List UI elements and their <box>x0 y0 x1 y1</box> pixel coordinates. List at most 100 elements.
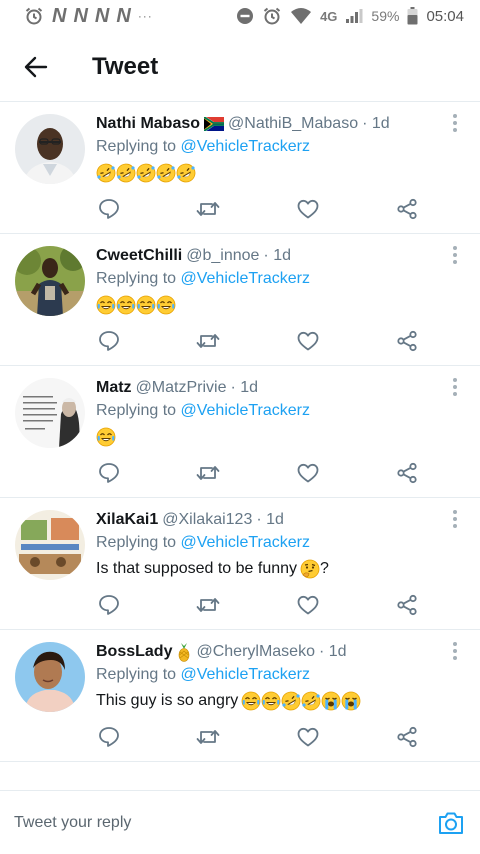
tweet-time: · 1d <box>318 643 347 660</box>
tweet-time: · 1d <box>362 115 390 132</box>
rofl-emoji-icon <box>301 691 321 711</box>
reply-icon[interactable] <box>96 328 122 354</box>
rofl-emoji-icon <box>156 163 176 183</box>
more-options-icon[interactable] <box>452 114 458 132</box>
avatar[interactable] <box>15 114 85 184</box>
mention-link[interactable]: @VehicleTrackerz <box>181 138 310 155</box>
replying-to: Replying to @VehicleTrackerz <box>96 138 466 156</box>
mention-link[interactable]: @VehicleTrackerz <box>181 534 310 551</box>
emoji-row <box>96 295 176 315</box>
avatar[interactable] <box>15 510 85 580</box>
author-handle: @NathiB_Mabaso <box>228 115 359 132</box>
notification-icon: N <box>116 4 130 27</box>
tweet-actions <box>96 328 420 354</box>
joy-emoji-icon <box>156 295 176 315</box>
reply-icon[interactable] <box>96 592 122 618</box>
reply-icon[interactable] <box>96 724 122 750</box>
emoji-row <box>241 691 361 711</box>
retweet-icon[interactable] <box>195 328 221 354</box>
replying-to: Replying to @VehicleTrackerz <box>96 270 466 288</box>
share-icon[interactable] <box>394 460 420 486</box>
reply-list: Nathi Mabaso @NathiB_Mabaso · 1d Replyin… <box>0 102 480 762</box>
network-type: 4G <box>320 8 338 24</box>
do-not-disturb-icon <box>236 7 254 25</box>
page-title: Tweet <box>92 52 159 80</box>
alarm-icon <box>24 6 44 26</box>
battery-icon <box>407 7 418 25</box>
tweet-body <box>96 294 466 316</box>
reply-tweet[interactable]: CweetChilli @b_innoe · 1d Replying to @V… <box>0 234 480 366</box>
share-icon[interactable] <box>394 328 420 354</box>
sob-emoji-icon <box>341 691 361 711</box>
reply-icon[interactable] <box>96 196 122 222</box>
retweet-icon[interactable] <box>195 724 221 750</box>
mention-link[interactable]: @VehicleTrackerz <box>181 402 310 419</box>
like-icon[interactable] <box>295 460 321 486</box>
avatar[interactable] <box>15 378 85 448</box>
avatar-image <box>15 510 85 580</box>
notification-icon: N <box>94 4 109 27</box>
emoji-row <box>96 427 116 447</box>
pineapple-icon <box>179 643 190 662</box>
avatar[interactable] <box>15 246 85 316</box>
replying-to: Replying to @VehicleTrackerz <box>96 402 466 420</box>
author-name[interactable]: Nathi Mabaso <box>96 115 200 133</box>
more-options-icon[interactable] <box>452 246 458 264</box>
rofl-emoji-icon <box>136 163 156 183</box>
emoji-row <box>96 163 196 183</box>
tweet-text-suffix: ? <box>320 560 329 577</box>
reply-tweet[interactable]: Matz @MatzPrivie · 1d Replying to @Vehic… <box>0 366 480 498</box>
reply-tweet[interactable]: BossLady @CherylMaseko · 1d Replying to … <box>0 630 480 762</box>
retweet-icon[interactable] <box>195 592 221 618</box>
tweet-actions <box>96 724 420 750</box>
avatar-image <box>15 642 85 712</box>
back-arrow-icon[interactable] <box>22 53 50 81</box>
thinking-emoji-icon <box>300 559 320 579</box>
top-app-bar: Tweet <box>0 32 480 102</box>
joy-emoji-icon <box>96 427 116 447</box>
share-icon[interactable] <box>394 196 420 222</box>
reply-tweet[interactable]: XilaKai1 @Xilakai123 · 1d Replying to @V… <box>0 498 480 630</box>
author-name[interactable]: CweetChilli <box>96 247 182 265</box>
emoji-row <box>300 559 320 579</box>
tweet-text: Is that supposed to be funny <box>96 560 298 577</box>
author-name[interactable]: XilaKai1 <box>96 511 158 529</box>
rofl-emoji-icon <box>281 691 301 711</box>
avatar[interactable] <box>15 642 85 712</box>
joy-emoji-icon <box>261 691 281 711</box>
camera-icon[interactable] <box>436 808 466 838</box>
joy-emoji-icon <box>241 691 261 711</box>
reply-input[interactable]: Tweet your reply <box>14 803 436 843</box>
mention-link[interactable]: @VehicleTrackerz <box>181 666 310 683</box>
share-icon[interactable] <box>394 592 420 618</box>
share-icon[interactable] <box>394 724 420 750</box>
author-name[interactable]: Matz <box>96 379 132 397</box>
retweet-icon[interactable] <box>195 196 221 222</box>
replying-prefix: Replying to <box>96 402 177 419</box>
name-badge <box>204 117 225 131</box>
joy-emoji-icon <box>136 295 156 315</box>
more-options-icon[interactable] <box>452 510 458 528</box>
reply-tweet[interactable]: Nathi Mabaso @NathiB_Mabaso · 1d Replyin… <box>0 102 480 234</box>
tweet-time: · 1d <box>263 247 291 264</box>
tweet-actions <box>96 592 420 618</box>
status-bar: N N N N ··· 4G 59% 05:04 <box>0 0 480 32</box>
rofl-emoji-icon <box>96 163 116 183</box>
wifi-icon <box>290 7 312 25</box>
more-options-icon[interactable] <box>452 378 458 396</box>
like-icon[interactable] <box>295 724 321 750</box>
retweet-icon[interactable] <box>195 460 221 486</box>
reply-icon[interactable] <box>96 460 122 486</box>
like-icon[interactable] <box>295 592 321 618</box>
tweet-text: This guy is so angry <box>96 692 239 709</box>
alarm-icon <box>262 6 282 26</box>
joy-emoji-icon <box>96 295 116 315</box>
like-icon[interactable] <box>295 328 321 354</box>
avatar-image <box>15 246 85 316</box>
replying-prefix: Replying to <box>96 666 177 683</box>
more-options-icon[interactable] <box>452 642 458 660</box>
rofl-emoji-icon <box>176 163 196 183</box>
author-name[interactable]: BossLady <box>96 643 172 661</box>
mention-link[interactable]: @VehicleTrackerz <box>181 270 310 287</box>
like-icon[interactable] <box>295 196 321 222</box>
